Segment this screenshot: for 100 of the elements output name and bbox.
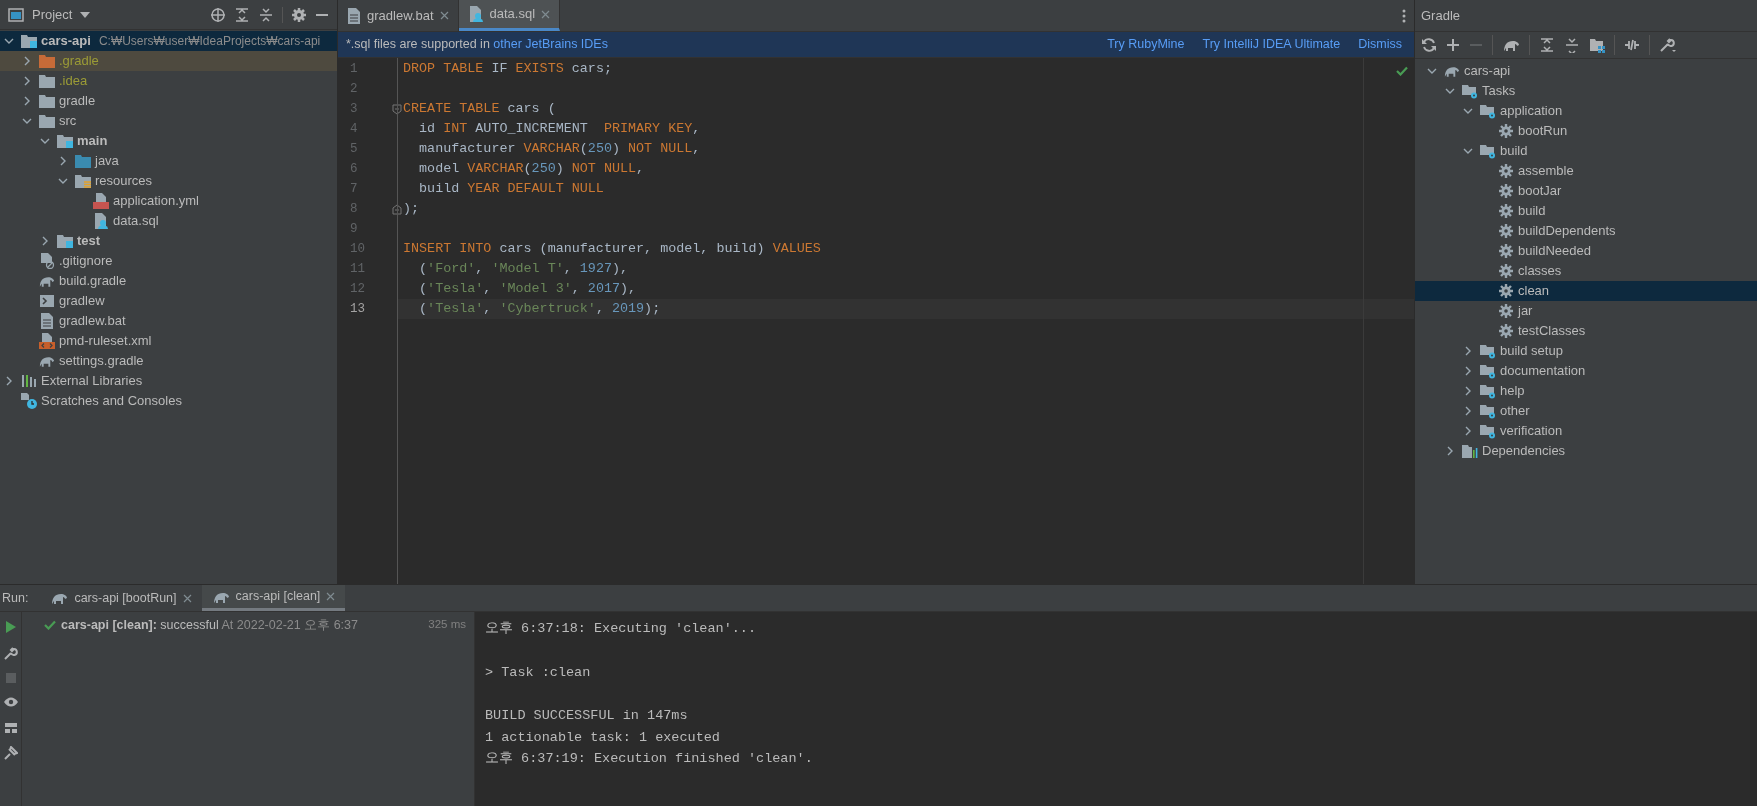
console-line: 오후 6:37:18: Executing 'clean'... — [485, 620, 758, 638]
collapse-all-icon[interactable] — [1564, 37, 1580, 53]
editor-tab[interactable]: data.sql — [458, 0, 561, 31]
fold-marker-icon[interactable] — [392, 103, 402, 115]
locate-icon[interactable] — [210, 6, 226, 23]
tree-row[interactable]: cars-api C:₩Users₩user₩IdeaProjects₩cars-api — [0, 31, 337, 51]
tree-row[interactable]: buildNeeded — [1415, 241, 1757, 261]
editor-tab[interactable]: gradlew.bat — [338, 0, 459, 31]
tree-row[interactable]: classes — [1415, 261, 1757, 281]
code-line: build YEAR DEFAULT NULL — [418, 179, 604, 198]
expand-all-icon[interactable] — [1539, 37, 1555, 53]
close-icon[interactable] — [182, 593, 192, 603]
expand-all-icon[interactable] — [234, 6, 250, 23]
layout-icon[interactable] — [3, 722, 18, 734]
tree-label: clean — [1518, 282, 1550, 301]
libraries-icon — [20, 374, 37, 388]
close-icon[interactable] — [541, 9, 551, 19]
elephant-icon — [50, 591, 69, 605]
tree-row[interactable]: documentation — [1415, 361, 1757, 381]
tree-row[interactable]: cars-api — [1415, 61, 1757, 81]
tree-row[interactable]: .gitignore — [0, 251, 337, 271]
wrench-icon[interactable] — [1659, 37, 1677, 53]
refresh-icon[interactable] — [1421, 37, 1437, 53]
folder-grid-icon[interactable] — [1589, 37, 1605, 53]
tree-row[interactable]: resources — [0, 171, 337, 191]
tree-label: src — [59, 112, 77, 131]
dropdown-caret-icon[interactable] — [80, 11, 91, 18]
tree-label: application — [1500, 102, 1563, 121]
line-number: 8 — [350, 200, 358, 218]
close-icon[interactable] — [326, 592, 336, 601]
check-icon[interactable] — [1396, 66, 1408, 76]
pin-icon[interactable] — [3, 746, 18, 760]
settings-icon[interactable] — [291, 6, 307, 23]
tree-label: cars-api — [1464, 62, 1511, 81]
tree-row[interactable]: bootRun — [1415, 121, 1757, 141]
tree-label: .gitignore — [59, 252, 113, 271]
tree-row[interactable]: gradlew — [0, 291, 337, 311]
banner-link[interactable]: other JetBrains IDEs — [493, 37, 608, 52]
folder-icon — [38, 114, 55, 128]
result-message[interactable]: cars-api [clean]: successful At 2022-02-21 오후 6:37 — [61, 615, 358, 635]
tree-row[interactable]: main — [0, 131, 337, 151]
tree-row[interactable]: settings.gradle — [0, 351, 337, 371]
close-icon[interactable] — [439, 11, 449, 20]
tree-row[interactable]: gradle — [0, 91, 337, 111]
elephant-icon[interactable] — [1502, 38, 1520, 52]
tree-row[interactable]: Scratches and Consoles — [0, 391, 337, 411]
run-icon[interactable] — [4, 620, 17, 634]
banner-action-link[interactable]: Dismiss — [1358, 35, 1402, 54]
tree-row[interactable]: .gradle — [0, 51, 337, 71]
tree-row[interactable]: External Libraries — [0, 371, 337, 391]
banner-action-link[interactable]: Try RubyMine — [1107, 35, 1185, 54]
tree-row[interactable]: bootJar — [1415, 181, 1757, 201]
tree-row[interactable]: src — [0, 111, 337, 131]
tree-row[interactable]: build setup — [1415, 341, 1757, 361]
tree-label: settings.gradle — [59, 352, 144, 371]
fold-marker-icon[interactable] — [392, 203, 402, 215]
code-line: DROP TABLE IF EXISTS cars; — [403, 59, 612, 78]
source-folder-icon — [74, 154, 91, 168]
tree-row[interactable]: Dependencies — [1415, 441, 1757, 461]
add-icon[interactable] — [1446, 38, 1460, 52]
tree-row[interactable]: .idea — [0, 71, 337, 91]
tree-row[interactable]: build — [1415, 141, 1757, 161]
tree-row[interactable]: testClasses — [1415, 321, 1757, 341]
offline-toggle-icon[interactable] — [1624, 37, 1640, 53]
tree-label: build — [1518, 202, 1546, 221]
tree-label: bootJar — [1518, 182, 1562, 201]
tree-row[interactable]: build — [1415, 201, 1757, 221]
code-line: manufacturer VARCHAR(250) NOT NULL, — [418, 139, 701, 158]
more-options-icon[interactable] — [1402, 8, 1406, 23]
tree-row[interactable]: application.yml — [0, 191, 337, 211]
tree-row[interactable]: jar — [1415, 301, 1757, 321]
tree-row[interactable]: pmd-ruleset.xml — [0, 331, 337, 351]
tree-row[interactable]: buildDependents — [1415, 221, 1757, 241]
task-folder-icon — [1479, 363, 1496, 379]
panel-title[interactable]: Project — [32, 4, 73, 25]
tree-row[interactable]: data.sql — [0, 211, 337, 231]
console-line: 1 actionable task: 1 executed — [485, 728, 721, 747]
database-file-icon — [92, 213, 109, 229]
tree-row[interactable]: help — [1415, 381, 1757, 401]
tree-row[interactable]: application — [1415, 101, 1757, 121]
tree-row[interactable]: assemble — [1415, 161, 1757, 181]
banner-action-link[interactable]: Try IntelliJ IDEA Ultimate — [1202, 35, 1341, 54]
tree-row[interactable]: verification — [1415, 421, 1757, 441]
run-tab[interactable]: cars-api [bootRun] — [40, 585, 202, 611]
tree-row[interactable]: other — [1415, 401, 1757, 421]
code-line: ('Tesla', 'Model 3', 2017), — [418, 279, 637, 298]
wrench-icon[interactable] — [3, 646, 18, 660]
line-number: 5 — [350, 140, 358, 158]
database-file-icon — [467, 6, 484, 22]
tree-row[interactable]: clean — [1415, 281, 1757, 301]
tree-row[interactable]: build.gradle — [0, 271, 337, 291]
tree-row[interactable]: Tasks — [1415, 81, 1757, 101]
collapse-all-icon[interactable] — [258, 6, 274, 23]
run-tab[interactable]: cars-api [clean] — [201, 585, 346, 611]
tree-label: pmd-ruleset.xml — [59, 332, 152, 351]
project-path: C:₩Users₩user₩IdeaProjects₩cars-api — [98, 33, 321, 50]
line-number: 6 — [350, 160, 358, 178]
tree-row[interactable]: java — [0, 151, 337, 171]
tree-row[interactable]: test — [0, 231, 337, 251]
tree-row[interactable]: gradlew.bat — [0, 311, 337, 331]
